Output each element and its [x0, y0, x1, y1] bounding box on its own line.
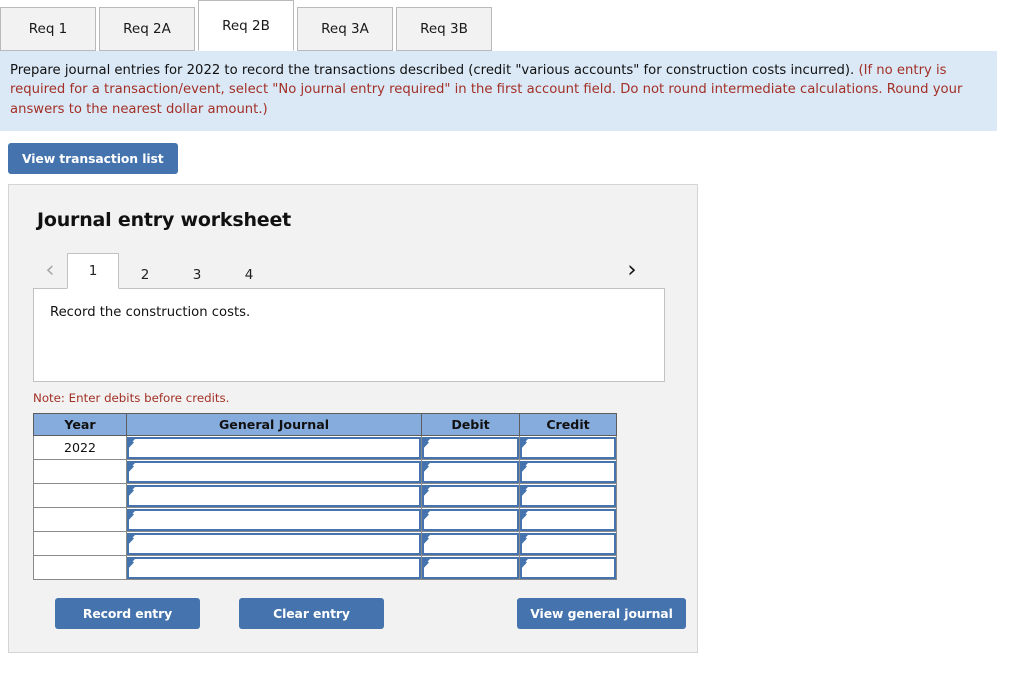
req-tab-req-3b[interactable]: Req 3B: [396, 7, 492, 51]
column-header-general-journal: General Journal: [126, 413, 422, 437]
chevron-right-icon[interactable]: ›: [615, 259, 649, 289]
req-tab-req-2b[interactable]: Req 2B: [198, 0, 294, 51]
instructions-banner: Prepare journal entries for 2022 to reco…: [0, 51, 997, 132]
table-row: [33, 483, 617, 509]
year-cell: [33, 483, 127, 509]
credit-input[interactable]: [520, 508, 616, 531]
table-header-row: Year General Journal Debit Credit: [33, 413, 617, 437]
credit-cell: [519, 507, 617, 533]
entry-page-tab-4[interactable]: 4: [223, 259, 275, 289]
general-journal-input[interactable]: [127, 484, 421, 507]
credit-cell: [519, 555, 617, 581]
chevron-left-icon[interactable]: ‹: [33, 259, 67, 289]
req-tab-req-1[interactable]: Req 1: [0, 7, 96, 51]
general-journal-input[interactable]: [127, 556, 421, 579]
year-cell: [33, 531, 127, 557]
table-row: [33, 507, 617, 533]
debit-cell: [421, 483, 520, 509]
record-entry-button[interactable]: Record entry: [55, 598, 200, 630]
debit-cell: [421, 531, 520, 557]
table-row: [33, 555, 617, 581]
entry-page-tab-2[interactable]: 2: [119, 259, 171, 289]
general-journal-input[interactable]: [127, 532, 421, 555]
view-general-journal-button[interactable]: View general journal: [517, 598, 686, 630]
general-journal-input[interactable]: [127, 508, 421, 531]
instructions-main-text: Prepare journal entries for 2022 to reco…: [10, 63, 859, 78]
table-row: [33, 531, 617, 557]
credit-input[interactable]: [520, 532, 616, 555]
entry-pager: ‹ 1 2 3 4 ›: [33, 253, 679, 290]
transaction-list-toolbar: View transaction list: [0, 131, 1024, 184]
column-header-year: Year: [33, 413, 127, 437]
credit-cell: [519, 435, 617, 461]
debit-input[interactable]: [422, 436, 519, 459]
debit-cell: [421, 507, 520, 533]
column-header-credit: Credit: [519, 413, 617, 437]
debit-cell: [421, 435, 520, 461]
debit-input[interactable]: [422, 532, 519, 555]
credit-input[interactable]: [520, 556, 616, 579]
column-header-debit: Debit: [421, 413, 520, 437]
debit-input[interactable]: [422, 460, 519, 483]
table-row: 2022: [33, 435, 617, 461]
credit-cell: [519, 483, 617, 509]
general-journal-cell: [126, 435, 422, 461]
journal-entry-worksheet-panel: Journal entry worksheet ‹ 1 2 3 4 › Record th…: [8, 184, 698, 654]
credit-cell: [519, 459, 617, 485]
journal-entry-table: Year General Journal Debit Credit 2022: [33, 413, 617, 581]
credit-input[interactable]: [520, 436, 616, 459]
general-journal-cell: [126, 483, 422, 509]
worksheet-title: Journal entry worksheet: [37, 209, 292, 232]
general-journal-input[interactable]: [127, 460, 421, 483]
general-journal-cell: [126, 531, 422, 557]
clear-entry-button[interactable]: Clear entry: [239, 598, 384, 630]
entry-description-text: Record the construction costs.: [50, 305, 251, 321]
debit-input[interactable]: [422, 484, 519, 507]
year-cell: [33, 507, 127, 533]
worksheet-footer-buttons: Record entry Clear entry View general jo…: [33, 598, 686, 630]
debit-cell: [421, 459, 520, 485]
debits-before-credits-note: Note: Enter debits before credits.: [33, 391, 230, 406]
general-journal-cell: [126, 507, 422, 533]
entry-description-box: Record the construction costs.: [33, 288, 665, 383]
req-tab-req-2a[interactable]: Req 2A: [99, 7, 195, 51]
credit-input[interactable]: [520, 484, 616, 507]
general-journal-cell: [126, 459, 422, 485]
entry-page-tab-3[interactable]: 3: [171, 259, 223, 289]
credit-input[interactable]: [520, 460, 616, 483]
table-row: [33, 459, 617, 485]
general-journal-cell: [126, 555, 422, 581]
debit-input[interactable]: [422, 508, 519, 531]
general-journal-input[interactable]: [127, 436, 421, 459]
debit-cell: [421, 555, 520, 581]
year-cell: [33, 459, 127, 485]
debit-input[interactable]: [422, 556, 519, 579]
credit-cell: [519, 531, 617, 557]
year-cell: 2022: [33, 435, 127, 461]
entry-page-tab-1[interactable]: 1: [67, 253, 119, 290]
requirement-tabstrip: Req 1 Req 2A Req 2B Req 3A Req 3B: [0, 0, 1024, 51]
view-transaction-list-button[interactable]: View transaction list: [8, 143, 178, 175]
req-tab-req-3a[interactable]: Req 3A: [297, 7, 393, 51]
year-cell: [33, 555, 127, 581]
